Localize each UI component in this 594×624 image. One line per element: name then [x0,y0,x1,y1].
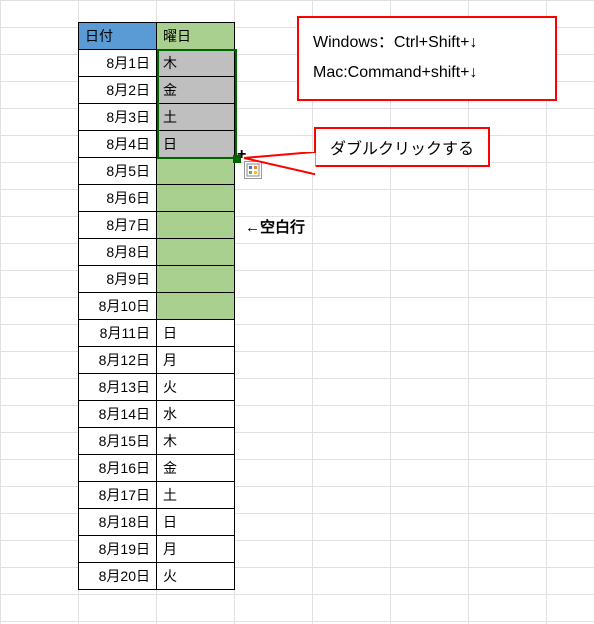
autofill-options-icon[interactable] [244,161,262,179]
day-cell[interactable]: 火 [157,374,235,401]
table-row: 8月3日土 [79,104,235,131]
day-cell[interactable]: 月 [157,347,235,374]
date-cell[interactable]: 8月9日 [79,266,157,293]
day-cell[interactable] [157,239,235,266]
date-cell[interactable]: 8月5日 [79,158,157,185]
day-cell[interactable]: 日 [157,131,235,158]
date-cell[interactable]: 8月18日 [79,509,157,536]
day-cell[interactable]: 木 [157,50,235,77]
double-click-callout: ダブルクリックする [314,127,490,167]
table-row: 8月17日土 [79,482,235,509]
date-cell[interactable]: 8月12日 [79,347,157,374]
day-cell[interactable]: 土 [157,482,235,509]
table-row: 8月20日火 [79,563,235,590]
date-cell[interactable]: 8月16日 [79,455,157,482]
table-row: 8月2日金 [79,77,235,104]
table-row: 8月11日日 [79,320,235,347]
table-row: 8月16日金 [79,455,235,482]
blank-row-note: ←空白行 [245,216,305,237]
date-cell[interactable]: 8月15日 [79,428,157,455]
day-cell[interactable]: 金 [157,455,235,482]
date-cell[interactable]: 8月13日 [79,374,157,401]
date-cell[interactable]: 8月7日 [79,212,157,239]
day-cell[interactable]: 金 [157,77,235,104]
shortcut-info-box: Windows：Ctrl+Shift+↓ Mac:Command+shift+↓ [297,16,557,101]
data-table: 日付曜日8月1日木8月2日金8月3日土8月4日日8月5日8月6日8月7日8月8日… [78,22,235,590]
date-cell[interactable]: 8月19日 [79,536,157,563]
date-cell[interactable]: 8月8日 [79,239,157,266]
day-cell[interactable]: 土 [157,104,235,131]
table-row: 8月14日水 [79,401,235,428]
table-row: 8月10日 [79,293,235,320]
date-cell[interactable]: 8月2日 [79,77,157,104]
table-row: 8月9日 [79,266,235,293]
callout-text: ダブルクリックする [330,141,474,158]
date-cell[interactable]: 8月10日 [79,293,157,320]
day-cell[interactable]: 水 [157,401,235,428]
day-cell[interactable] [157,266,235,293]
header-date[interactable]: 日付 [79,23,157,50]
table-row: 8月15日木 [79,428,235,455]
date-cell[interactable]: 8月17日 [79,482,157,509]
day-cell[interactable]: 火 [157,563,235,590]
table-row: 8月18日日 [79,509,235,536]
table-row: 8月8日 [79,239,235,266]
table-row: 8月12日月 [79,347,235,374]
date-cell[interactable]: 8月3日 [79,104,157,131]
table-row: 8月7日 [79,212,235,239]
date-cell[interactable]: 8月1日 [79,50,157,77]
table-row: 8月4日日 [79,131,235,158]
shortcut-line-mac: Mac:Command+shift+↓ [313,58,541,88]
day-cell[interactable] [157,158,235,185]
day-cell[interactable]: 日 [157,320,235,347]
date-cell[interactable]: 8月14日 [79,401,157,428]
day-cell[interactable]: 木 [157,428,235,455]
table-row: 8月5日 [79,158,235,185]
day-cell[interactable] [157,212,235,239]
table-row: 8月13日火 [79,374,235,401]
date-cell[interactable]: 8月6日 [79,185,157,212]
table-row: 8月19日月 [79,536,235,563]
table-row: 8月6日 [79,185,235,212]
date-cell[interactable]: 8月4日 [79,131,157,158]
date-cell[interactable]: 8月20日 [79,563,157,590]
day-cell[interactable] [157,293,235,320]
day-cell[interactable]: 日 [157,509,235,536]
header-day[interactable]: 曜日 [157,23,235,50]
table-row: 8月1日木 [79,50,235,77]
shortcut-line-windows: Windows：Ctrl+Shift+↓ [313,28,541,58]
day-cell[interactable]: 月 [157,536,235,563]
date-cell[interactable]: 8月11日 [79,320,157,347]
day-cell[interactable] [157,185,235,212]
